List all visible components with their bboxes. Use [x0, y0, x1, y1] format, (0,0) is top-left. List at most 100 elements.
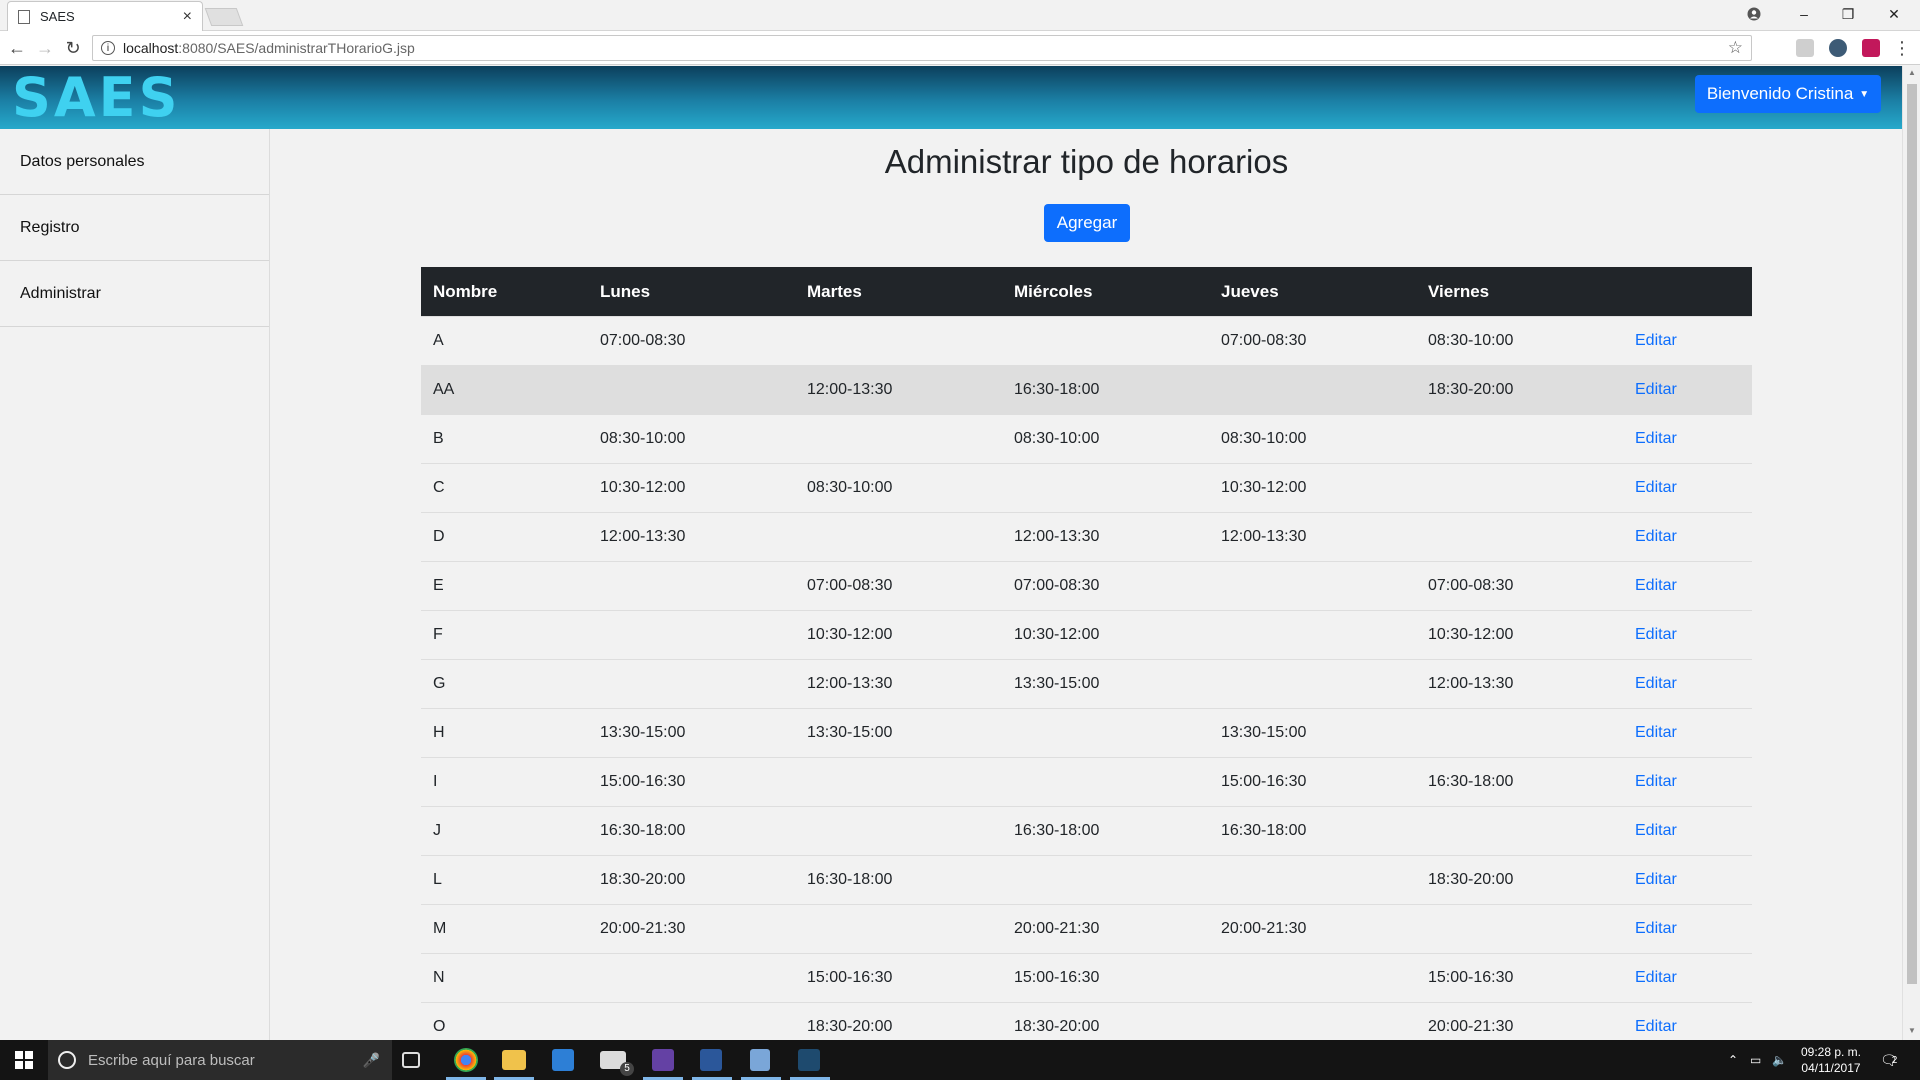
- table-cell: 07:00-08:30: [1428, 577, 1514, 594]
- word-icon[interactable]: [700, 1049, 722, 1071]
- edit-link[interactable]: Editar: [1635, 822, 1677, 839]
- table-cell-action: Editar: [1623, 577, 1752, 595]
- user-menu-label: Bienvenido Cristina: [1706, 84, 1854, 103]
- caret-down-icon: ▼: [1859, 88, 1870, 100]
- table-cell: 16:30-18:00: [1014, 822, 1100, 839]
- extension-icon[interactable]: [1796, 39, 1814, 57]
- chrome-icon[interactable]: [454, 1048, 478, 1072]
- virtualbox-icon[interactable]: [750, 1049, 770, 1071]
- notifications-icon[interactable]: 🗨 2: [1880, 1040, 1898, 1080]
- table-cell: 16:30-18:00: [1221, 822, 1307, 839]
- twitch-icon[interactable]: [652, 1049, 674, 1071]
- table-cell: 13:30-15:00: [1221, 724, 1307, 741]
- network-icon[interactable]: ▭: [1750, 1040, 1761, 1080]
- table-cell: 08:30-10:00: [807, 479, 893, 496]
- edit-link[interactable]: Editar: [1635, 528, 1677, 545]
- close-window-button[interactable]: ✕: [1872, 0, 1916, 28]
- reload-icon[interactable]: ↻: [61, 36, 85, 60]
- extension-icon[interactable]: [1829, 39, 1847, 57]
- menu-dots-icon[interactable]: ⋮: [1890, 36, 1914, 60]
- table-cell: G: [433, 675, 446, 692]
- edit-link[interactable]: Editar: [1635, 430, 1677, 447]
- windows-start-icon[interactable]: [0, 1040, 48, 1080]
- clock-date: 04/11/2017: [1801, 1061, 1861, 1075]
- table-row: B 08:30-10:00 08:30-10:00 08:30-10:00 Editar: [421, 414, 1752, 463]
- address-bar[interactable]: i localhost:8080/SAES/administrarTHorari…: [92, 35, 1752, 61]
- new-tab-button[interactable]: [204, 8, 244, 26]
- table-cell: 20:00-21:30: [600, 920, 686, 937]
- column-header: Lunes: [600, 281, 651, 301]
- table-cell: 20:00-21:30: [1221, 920, 1307, 937]
- edit-link[interactable]: Editar: [1635, 626, 1677, 643]
- netbeans-icon[interactable]: [798, 1049, 820, 1071]
- back-icon[interactable]: ←: [5, 36, 29, 60]
- taskbar-search-input[interactable]: Escribe aquí para buscar 🎤: [48, 1040, 392, 1080]
- show-hidden-icons-icon[interactable]: ⌃: [1728, 1040, 1738, 1080]
- extension-icon[interactable]: [1862, 39, 1880, 57]
- bookmark-star-icon[interactable]: ☆: [1728, 38, 1743, 58]
- minimize-button[interactable]: –: [1782, 0, 1826, 28]
- table-cell-action: Editar: [1623, 381, 1752, 399]
- url-path: :8080/SAES/administrarTHorarioG.jsp: [178, 40, 415, 56]
- table-cell: H: [433, 724, 445, 741]
- scroll-up-icon[interactable]: ▲: [1907, 68, 1917, 78]
- store-icon[interactable]: [552, 1049, 574, 1071]
- table-cell: 12:00-13:30: [1428, 675, 1514, 692]
- table-cell: N: [433, 969, 445, 986]
- forward-icon[interactable]: →: [33, 36, 57, 60]
- table-cell: 10:30-12:00: [1014, 626, 1100, 643]
- clock-time: 09:28 p. m.: [1800, 1045, 1862, 1059]
- restore-button[interactable]: ❐: [1826, 0, 1870, 28]
- table-cell: 20:00-21:30: [1014, 920, 1100, 937]
- file-explorer-icon[interactable]: [502, 1050, 526, 1070]
- user-menu-button[interactable]: Bienvenido Cristina ▼: [1695, 75, 1881, 113]
- microphone-icon[interactable]: 🎤: [363, 1052, 380, 1069]
- table-row: F 10:30-12:00 10:30-12:00 10:30-12:00 Editar: [421, 610, 1752, 659]
- edit-link[interactable]: Editar: [1635, 479, 1677, 496]
- table-cell: C: [433, 479, 445, 496]
- edit-link[interactable]: Editar: [1635, 871, 1677, 888]
- edit-link[interactable]: Editar: [1635, 969, 1677, 986]
- add-button[interactable]: Agregar: [1044, 204, 1130, 242]
- search-placeholder: Escribe aquí para buscar: [88, 1051, 255, 1069]
- table-cell-action: Editar: [1623, 920, 1752, 938]
- edit-link[interactable]: Editar: [1635, 920, 1677, 937]
- table-cell: J: [433, 822, 441, 839]
- table-cell: 08:30-10:00: [1428, 332, 1514, 349]
- sidebar-item-registro[interactable]: Registro: [0, 195, 269, 261]
- table-header: Nombre Lunes Martes Miércoles Jueves Vie…: [421, 267, 1752, 316]
- table-cell: 10:30-12:00: [600, 479, 686, 496]
- table-cell: 07:00-08:30: [807, 577, 893, 594]
- info-icon[interactable]: i: [101, 41, 115, 55]
- column-header: Miércoles: [1014, 281, 1093, 301]
- edit-link[interactable]: Editar: [1635, 1018, 1677, 1035]
- sidebar-item-datos-personales[interactable]: Datos personales: [0, 129, 269, 195]
- sidebar-item-administrar[interactable]: Administrar: [0, 261, 269, 327]
- taskbar-clock[interactable]: 09:28 p. m. 04/11/2017: [1796, 1044, 1866, 1076]
- table-cell: 12:00-13:30: [807, 381, 893, 398]
- edit-link[interactable]: Editar: [1635, 381, 1677, 398]
- edit-link[interactable]: Editar: [1635, 675, 1677, 692]
- edit-link[interactable]: Editar: [1635, 332, 1677, 349]
- page-scrollbar[interactable]: ▲ ▼: [1902, 66, 1920, 1040]
- edit-link[interactable]: Editar: [1635, 724, 1677, 741]
- table-cell: 08:30-10:00: [1014, 430, 1100, 447]
- task-view-icon[interactable]: [402, 1052, 420, 1068]
- column-header: Nombre: [433, 281, 498, 301]
- table-cell: 12:00-13:30: [1221, 528, 1307, 545]
- table-cell: L: [433, 871, 442, 888]
- scroll-down-icon[interactable]: ▼: [1907, 1026, 1917, 1036]
- table-cell: AA: [433, 381, 455, 398]
- table-row: J 16:30-18:00 16:30-18:00 16:30-18:00 Editar: [421, 806, 1752, 855]
- table-cell-action: Editar: [1623, 528, 1752, 546]
- edit-link[interactable]: Editar: [1635, 773, 1677, 790]
- table-row: D 12:00-13:30 12:00-13:30 12:00-13:30 Editar: [421, 512, 1752, 561]
- table-cell: 13:30-15:00: [807, 724, 893, 741]
- scrollbar-thumb[interactable]: [1907, 84, 1917, 984]
- tab-close-icon[interactable]: ×: [183, 8, 192, 26]
- volume-icon[interactable]: 🔈: [1772, 1040, 1787, 1080]
- profile-icon[interactable]: [1732, 0, 1776, 28]
- edit-link[interactable]: Editar: [1635, 577, 1677, 594]
- sidebar: Datos personales Registro Administrar: [0, 129, 270, 1040]
- browser-tab[interactable]: SAES ×: [7, 1, 203, 31]
